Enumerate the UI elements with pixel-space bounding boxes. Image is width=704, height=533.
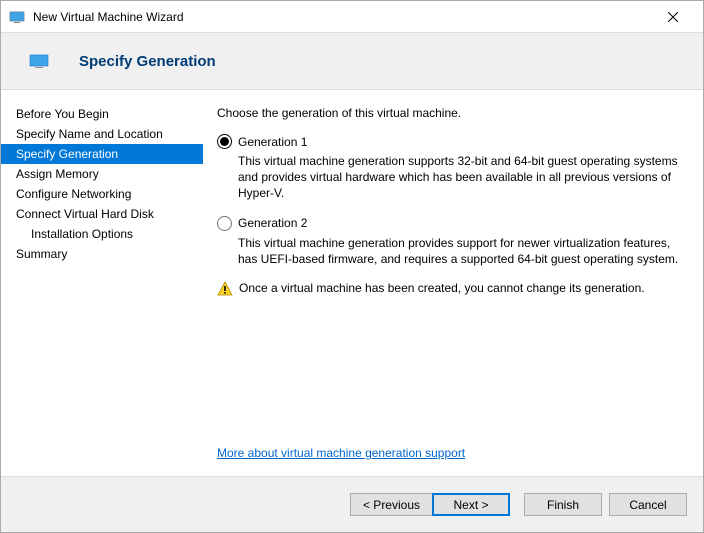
radio-row-gen2[interactable]: Generation 2 bbox=[217, 216, 685, 231]
instruction-text: Choose the generation of this virtual ma… bbox=[217, 106, 685, 120]
warning-text: Once a virtual machine has been created,… bbox=[239, 281, 645, 295]
radio-label-gen1: Generation 1 bbox=[238, 135, 307, 149]
page-title: Specify Generation bbox=[79, 53, 216, 70]
wizard-window: New Virtual Machine Wizard Specify Gener… bbox=[0, 0, 704, 533]
warning-row: Once a virtual machine has been created,… bbox=[217, 281, 685, 297]
sidebar-item-specify-generation[interactable]: Specify Generation bbox=[1, 144, 203, 164]
sidebar-item-summary[interactable]: Summary bbox=[1, 244, 203, 264]
wizard-header: Specify Generation bbox=[1, 32, 703, 90]
radio-desc-gen1: This virtual machine generation supports… bbox=[238, 153, 685, 202]
radio-row-gen1[interactable]: Generation 1 bbox=[217, 134, 685, 149]
previous-button[interactable]: < Previous bbox=[350, 493, 432, 516]
help-link[interactable]: More about virtual machine generation su… bbox=[217, 446, 465, 460]
wizard-body: Before You Begin Specify Name and Locati… bbox=[1, 90, 703, 476]
close-icon bbox=[668, 12, 678, 22]
content-area: Choose the generation of this virtual ma… bbox=[203, 90, 703, 476]
titlebar: New Virtual Machine Wizard bbox=[1, 1, 703, 32]
generation-radio-group: Generation 1 This virtual machine genera… bbox=[217, 134, 685, 267]
next-button[interactable]: Next > bbox=[432, 493, 510, 516]
window-title: New Virtual Machine Wizard bbox=[33, 10, 650, 24]
nav-button-group: < Previous Next > bbox=[350, 493, 510, 516]
radio-desc-gen2: This virtual machine generation provides… bbox=[238, 235, 685, 267]
sidebar-item-before-you-begin[interactable]: Before You Begin bbox=[1, 104, 203, 124]
app-icon bbox=[9, 9, 25, 25]
cancel-button[interactable]: Cancel bbox=[609, 493, 687, 516]
sidebar: Before You Begin Specify Name and Locati… bbox=[1, 90, 203, 476]
radio-gen1[interactable] bbox=[217, 134, 232, 149]
sidebar-item-configure-networking[interactable]: Configure Networking bbox=[1, 184, 203, 204]
help-link-row: More about virtual machine generation su… bbox=[217, 446, 465, 460]
radio-gen2[interactable] bbox=[217, 216, 232, 231]
sidebar-item-installation-options[interactable]: Installation Options bbox=[1, 224, 203, 244]
radio-label-gen2: Generation 2 bbox=[238, 216, 307, 230]
close-button[interactable] bbox=[650, 2, 695, 31]
header-icon bbox=[29, 53, 49, 69]
finish-button[interactable]: Finish bbox=[524, 493, 602, 516]
wizard-footer: < Previous Next > Finish Cancel bbox=[1, 476, 703, 532]
warning-icon bbox=[217, 281, 233, 297]
sidebar-item-assign-memory[interactable]: Assign Memory bbox=[1, 164, 203, 184]
sidebar-item-specify-name[interactable]: Specify Name and Location bbox=[1, 124, 203, 144]
sidebar-item-connect-vhd[interactable]: Connect Virtual Hard Disk bbox=[1, 204, 203, 224]
